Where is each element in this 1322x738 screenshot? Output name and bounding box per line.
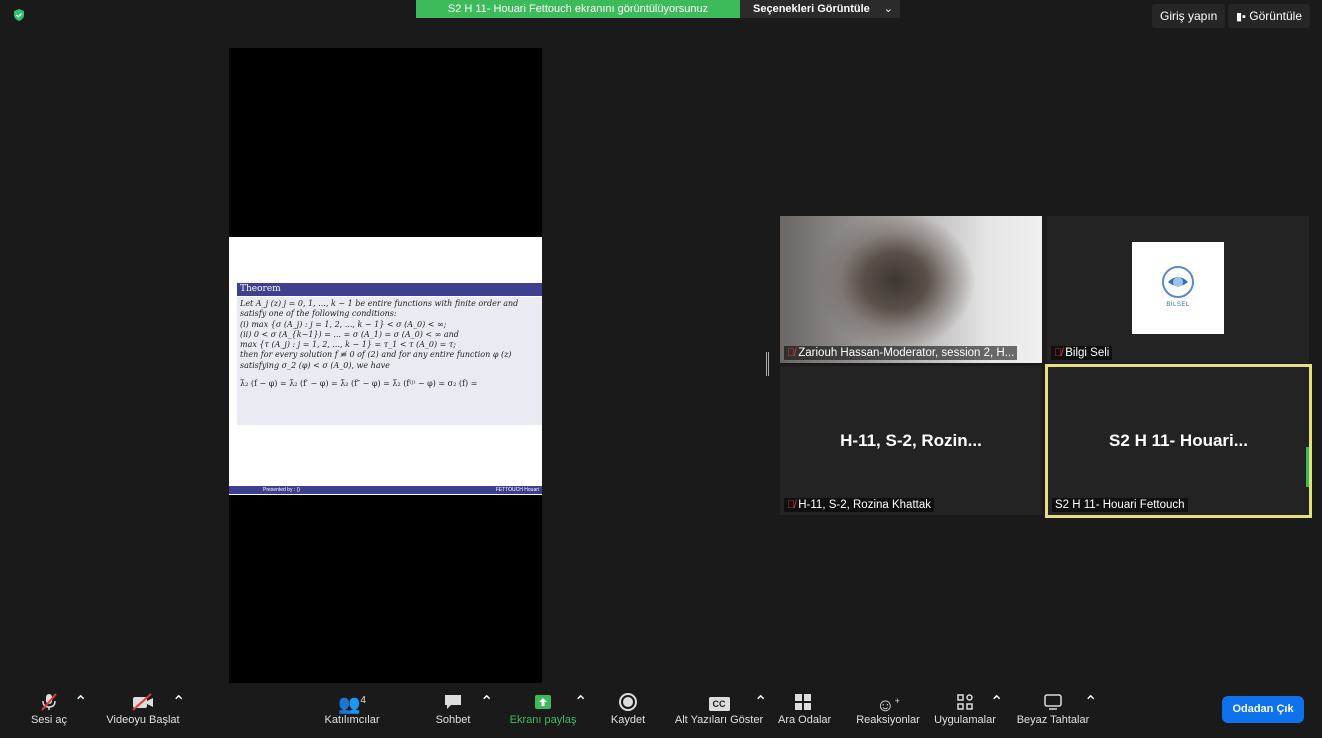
participants-icon: 👥4 (338, 694, 366, 714)
slide-line: satisfy one of the following conditions: (240, 309, 397, 319)
share-options-caret[interactable]: ⌃ (574, 692, 587, 712)
sign-in-button[interactable]: Giriş yapın (1152, 4, 1226, 28)
logo-text: BİLSEL (1166, 302, 1190, 308)
slide-line: max {τ (A_j) : j = 1, 2, ..., k − 1} = τ… (240, 340, 456, 350)
video-options-caret[interactable]: ⌃ (172, 692, 185, 712)
reactions-label: Reaksiyonlar (856, 714, 920, 726)
mic-muted-icon: 🎙̸ (787, 499, 796, 511)
unmute-button[interactable]: Sesi aç (26, 686, 72, 738)
participant-display-name: S2 H 11- Houari... (1109, 431, 1248, 450)
start-video-label: Videoyu Başlat (106, 714, 180, 726)
video-tile-houari-active-speaker[interactable]: S2 H 11- Houari... S2 H 11- Houari Fetto… (1045, 364, 1312, 518)
video-tile-bilgi[interactable]: BİLSEL 🎙̸ Bilgi Seli (1047, 216, 1309, 363)
layout-icon: ▮▪ (1236, 11, 1246, 23)
leave-meeting-button[interactable]: Odadan Çık (1222, 696, 1304, 723)
speaking-indicator (1306, 447, 1309, 487)
mic-muted-icon: 🎙̸ (787, 347, 796, 359)
captions-button[interactable]: CC Alt Yazıları Göster (672, 686, 766, 738)
mic-muted-icon: 🎙̸ (1054, 347, 1063, 359)
slide-footer-right: FETTOUCH Houari (495, 487, 539, 493)
chevron-down-icon: ⌄ (883, 3, 893, 15)
mic-muted-icon (26, 686, 72, 714)
apps-button[interactable]: Uygulamalar (932, 686, 998, 738)
participants-label: Katılımcılar (324, 714, 380, 726)
slide-line: Let A_j (z) j = 0, 1, ..., k − 1 be enti… (240, 299, 519, 308)
breakout-rooms-button[interactable]: Ara Odalar (778, 686, 832, 738)
share-screen-button[interactable]: Ekranı paylaş (506, 686, 580, 738)
sharing-banner: S2 H 11- Houari Fettouch ekranını görünt… (416, 0, 740, 18)
record-label: Kaydet (610, 714, 646, 726)
apps-icon (932, 686, 998, 714)
smiley-plus-icon: ☺+ (876, 695, 900, 715)
slide-line: then for every solution f ≢ 0 of (2) and… (240, 350, 512, 360)
participant-name-tag: 🎙̸ Zariouh Hassan-Moderator, session 2, H… (784, 346, 1018, 360)
slide-formula: λ̄₂ (f − φ) = λ̄₂ (f′ − φ) = λ̄₂ (f″ − φ… (240, 379, 478, 389)
meeting-toolbar: Sesi aç ⌃ Videoyu Başlat ⌃ 👥4 Katılımcıl… (0, 686, 1322, 738)
participant-name: Bilgi Seli (1065, 347, 1110, 359)
record-icon (604, 686, 652, 714)
view-options-button[interactable]: Seçenekleri Görüntüle ⌄ (740, 0, 900, 18)
slide-line: satisfying σ_2 (φ) < σ (A_0), we have (240, 360, 390, 370)
whiteboards-button[interactable]: Beyaz Tahtalar (1014, 686, 1092, 738)
participant-name-tag: 🎙̸ H-11, S-2, Rozina Khattak (784, 498, 934, 512)
closed-captions-icon: CC (672, 686, 766, 714)
share-screen-label: Ekranı paylaş (509, 714, 577, 726)
security-shield-icon[interactable] (12, 8, 26, 22)
presentation-slide: Theorem Let A_j (z) j = 0, 1, ..., k − 1… (229, 237, 542, 495)
share-screen-icon (506, 686, 580, 714)
breakout-rooms-icon (778, 686, 828, 714)
captions-options-caret[interactable]: ⌃ (754, 692, 767, 712)
chat-label: Sohbet (435, 714, 471, 726)
apps-label: Uygulamalar (934, 714, 996, 726)
video-tile-zariouh[interactable]: 🎙̸ Zariouh Hassan-Moderator, session 2, H… (780, 216, 1042, 363)
participants-button[interactable]: 👥4 Katılımcılar (312, 686, 392, 738)
slide-footer-left: Presented by : () (263, 487, 300, 493)
participant-display-name: H-11, S-2, Rozin... (840, 430, 982, 450)
view-options-label: Seçenekleri Görüntüle (753, 3, 870, 15)
split-view-resize-handle[interactable] (766, 352, 769, 376)
cc-text: CC (708, 697, 730, 711)
unmute-label: Sesi aç (30, 714, 68, 726)
participant-name-tag: 🎙̸ Bilgi Seli (1051, 346, 1113, 360)
chat-button[interactable]: Sohbet (428, 686, 478, 738)
participant-name-tag: S2 H 11- Houari Fettouch (1052, 498, 1188, 512)
captions-label: Alt Yazıları Göster (674, 714, 764, 726)
view-button[interactable]: ▮▪ Görüntüle (1228, 4, 1310, 28)
participants-count: 4 (360, 695, 366, 706)
slide-title: Theorem (237, 283, 542, 296)
slide-line: (i) max {σ (A_j) : j = 1, 2, ..., k − 1}… (240, 319, 447, 329)
slide-body: Let A_j (z) j = 0, 1, ..., k − 1 be enti… (237, 297, 542, 425)
reactions-button[interactable]: ☺+ Reaksiyonlar (852, 686, 924, 738)
bilsel-logo: BİLSEL (1132, 242, 1224, 334)
whiteboards-options-caret[interactable]: ⌃ (1084, 692, 1097, 712)
breakout-rooms-label: Ara Odalar (778, 714, 832, 726)
whiteboard-icon (1014, 686, 1092, 714)
video-tile-rozina[interactable]: H-11, S-2, Rozin... 🎙̸ H-11, S-2, Rozina … (780, 366, 1042, 515)
chat-options-caret[interactable]: ⌃ (480, 692, 493, 712)
record-button[interactable]: Kaydet (604, 686, 652, 738)
slide-footer: Presented by : () FETTOUCH Houari (229, 486, 542, 494)
participant-name: H-11, S-2, Rozina Khattak (798, 499, 931, 511)
apps-options-caret[interactable]: ⌃ (990, 692, 1003, 712)
participant-name: Zariouh Hassan-Moderator, session 2, H..… (798, 347, 1015, 359)
audio-options-caret[interactable]: ⌃ (74, 692, 87, 712)
slide-line: (ii) 0 < σ (A_{k−1}) = ... = σ (A_1) = σ… (240, 329, 459, 339)
whiteboards-label: Beyaz Tahtalar (1016, 714, 1090, 726)
view-button-label: Görüntüle (1249, 9, 1302, 23)
participant-name: S2 H 11- Houari Fettouch (1055, 499, 1185, 511)
chat-bubble-icon (428, 686, 478, 714)
